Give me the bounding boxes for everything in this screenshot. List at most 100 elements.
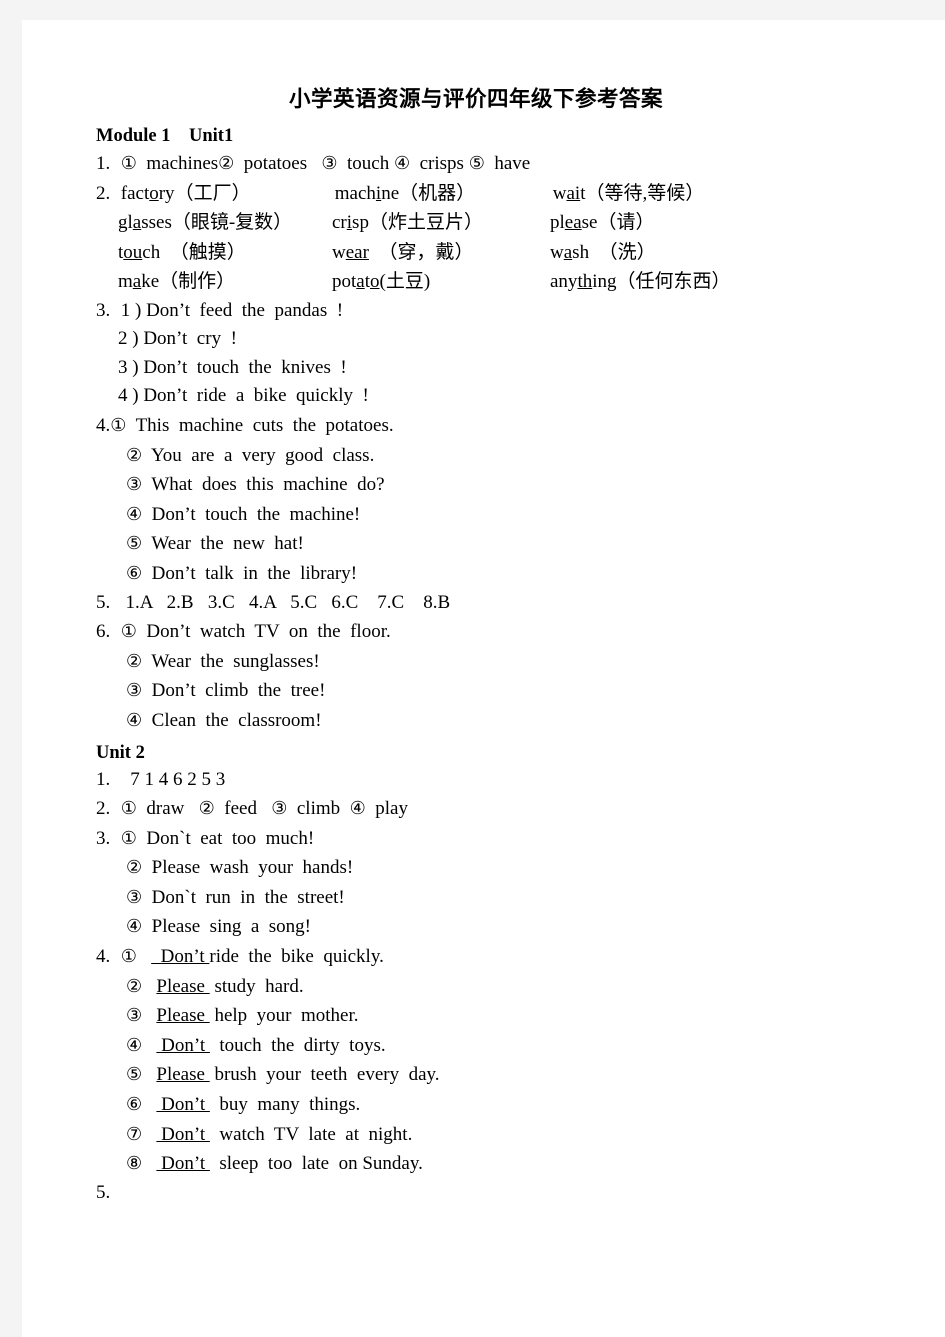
item-marker: ② xyxy=(126,857,143,878)
item-text: buy many things. xyxy=(209,1094,361,1116)
item-text: watch TV late at night. xyxy=(209,1123,413,1145)
exercise-5-answers: 1.A 2.B 3.C 4.A 5.C 6.C 7.C 8.B xyxy=(125,591,451,613)
vocab-word: potato(土豆) xyxy=(332,271,431,293)
unit2-exercise-2-number: 2. xyxy=(96,798,111,820)
vocab-word: please（请） xyxy=(550,212,655,234)
item-text: machines xyxy=(146,153,219,174)
unit2-exercise-4-line: ⑤ Please brush your teeth every day. xyxy=(96,1060,886,1090)
item-marker: ① xyxy=(120,946,137,967)
item-marker: ⑤ xyxy=(126,533,143,554)
item-text: Wear the new hat! xyxy=(151,533,304,555)
unit2-exercise-2-line: 2. ① draw ② feed ③ climb ④ play xyxy=(96,794,886,824)
item-marker: ① xyxy=(110,414,127,435)
exercise-3-line: 4 ) Don’t ride a bike quickly ! xyxy=(96,382,886,411)
item-text: potatoes xyxy=(243,153,308,174)
item-text: draw xyxy=(146,798,185,820)
item-marker: 4 ) xyxy=(118,385,139,407)
unit2-exercise-1-answers: 7 1 4 6 2 5 3 xyxy=(130,768,226,790)
item-marker: ③ xyxy=(126,886,143,907)
exercise-4-line: ② You are a very good class. xyxy=(96,441,886,471)
item-text: ride the bike quickly. xyxy=(209,946,384,968)
exercise-2-row: touch （触摸） wear （穿，戴） wash （洗） xyxy=(96,238,886,268)
answer-blank: Don’t xyxy=(156,1153,210,1175)
item-marker: ④ xyxy=(126,709,143,730)
item-text: Please wash your hands! xyxy=(151,857,354,879)
item-marker: ④ xyxy=(393,153,411,173)
item-marker: ⑤ xyxy=(126,1064,143,1085)
vocab-word: machine（机器） xyxy=(334,182,476,204)
item-text: feed xyxy=(224,798,257,820)
page-title: 小学英语资源与评价四年级下参考答案 xyxy=(288,87,663,111)
exercise-5-line: 5. 1.A 2.B 3.C 4.A 5.C 6.C 7.C 8.B xyxy=(96,589,886,618)
exercise-2-number: 2. xyxy=(96,182,111,204)
item-text: crisps xyxy=(419,153,464,174)
item-text: play xyxy=(375,798,408,820)
item-marker: ④ xyxy=(126,916,143,937)
item-marker: ⑥ xyxy=(126,562,143,583)
exercise-2-row: glasses（眼镜-复数） crisp（炸土豆片） please（请） xyxy=(96,208,886,238)
item-text: You are a very good class. xyxy=(150,444,375,466)
unit2-exercise-3-line: 3. ① Don`t eat too much! xyxy=(96,824,886,854)
exercise-6-line: ② Wear the sunglasses! xyxy=(96,647,886,677)
vocab-word: wait（等待,等候） xyxy=(552,182,705,204)
unit2-exercise-4-line: ④ Don’t touch the dirty toys. xyxy=(96,1031,886,1061)
page-content: 小学英语资源与评价四年级下参考答案 Module 1 Unit1 1. ① ma… xyxy=(96,82,886,1207)
exercise-3-line: 3. 1 ) Don’t feed the pandas ! xyxy=(96,297,886,326)
unit2-exercise-5-line: 5. xyxy=(96,1179,886,1208)
item-text: Don’t touch the machine! xyxy=(151,503,361,525)
item-marker: ④ xyxy=(126,1034,143,1055)
unit2-exercise-5-number: 5. xyxy=(96,1181,111,1203)
item-text: Don’t climb the tree! xyxy=(151,680,326,702)
exercise-4-line: 4.① This machine cuts the potatoes. xyxy=(96,411,886,441)
item-marker: ③ xyxy=(271,798,288,819)
item-marker: ① xyxy=(120,153,137,173)
exercise-3-line: 3 ) Don’t touch the knives ! xyxy=(96,354,886,383)
item-marker: ⑧ xyxy=(126,1153,143,1174)
unit2-exercise-4-line: ⑧ Don’t sleep too late on Sunday. xyxy=(96,1149,886,1179)
vocab-word: factory（工厂） xyxy=(120,182,251,204)
item-marker: ② xyxy=(126,975,143,996)
exercise-6-line: ④ Clean the classroom! xyxy=(96,706,886,736)
item-text: Don’t talk in the library! xyxy=(151,562,358,584)
vocab-word: crisp（炸土豆片） xyxy=(332,212,483,234)
item-text: Don’t ride a bike quickly ! xyxy=(143,385,369,407)
item-text: Don’t touch the knives ! xyxy=(143,356,347,378)
exercise-3-line: 2 ) Don’t cry ! xyxy=(96,325,886,354)
exercise-4-line: ⑤ Wear the new hat! xyxy=(96,529,886,559)
item-marker: ② xyxy=(198,798,215,819)
item-text: What does this machine do? xyxy=(151,474,385,496)
item-marker: ① xyxy=(120,621,137,642)
item-text: touch the dirty toys. xyxy=(209,1034,386,1056)
item-marker: 1 ) xyxy=(120,299,142,321)
unit2-exercise-4-line: ③ Please help your mother. xyxy=(96,1001,886,1031)
exercise-2-row: 2. factory（工厂） machine（机器） wait（等待,等候） xyxy=(96,179,886,209)
exercise-6-line: ③ Don’t climb the tree! xyxy=(96,676,886,706)
vocab-word: make（制作） xyxy=(118,271,236,293)
answer-blank: Please xyxy=(156,975,210,997)
exercise-2-row: make（制作） potato(土豆) anything（任何东西） xyxy=(96,267,886,297)
vocab-word: wash （洗） xyxy=(550,241,656,263)
exercise-4-line: ⑥ Don’t talk in the library! xyxy=(96,559,886,589)
unit2-exercise-1-number: 1. xyxy=(96,768,111,790)
answer-blank: Please xyxy=(156,1064,210,1086)
item-marker: ③ xyxy=(126,1005,143,1026)
item-text: Don’t watch TV on the floor. xyxy=(146,621,391,643)
unit2-exercise-3-line: ④ Please sing a song! xyxy=(96,912,886,942)
unit2-exercise-1-line: 1. 7 1 4 6 2 5 3 xyxy=(96,766,886,795)
unit2-exercise-3-line: ② Please wash your hands! xyxy=(96,853,886,883)
vocab-word: anything（任何东西） xyxy=(550,271,731,293)
vocab-word: glasses（眼镜-复数） xyxy=(118,212,293,234)
item-text: study hard. xyxy=(209,975,304,997)
item-text: climb xyxy=(296,798,341,820)
exercise-1-line: 1. ① machines② potatoes ③ touch ④ crisps… xyxy=(96,149,886,179)
unit2-exercise-3-line: ③ Don`t run in the street! xyxy=(96,883,886,913)
item-marker: ② xyxy=(126,650,143,671)
unit2-exercise-4-number: 4. xyxy=(96,946,111,968)
exercise-1-number: 1. xyxy=(96,153,111,174)
answer-blank: Don’t xyxy=(156,1034,210,1056)
item-marker: ② xyxy=(126,444,143,465)
item-text: Please sing a song! xyxy=(151,916,312,938)
item-marker: ① xyxy=(120,827,137,848)
item-marker: ⑤ xyxy=(468,153,485,173)
item-marker: ⑥ xyxy=(126,1094,143,1115)
